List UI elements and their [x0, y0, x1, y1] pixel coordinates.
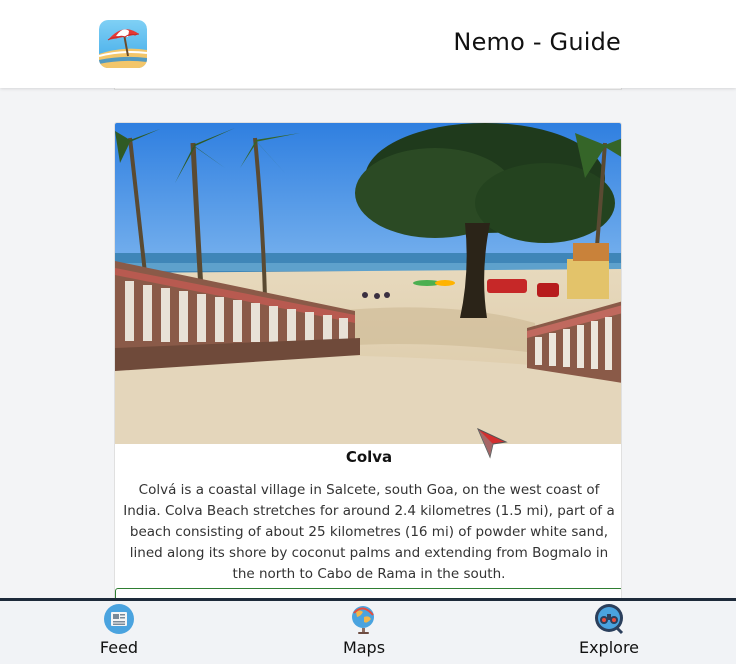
- place-title: Colva: [345, 448, 393, 466]
- app-title: Nemo - Guide: [453, 28, 621, 56]
- bottom-navigation: Feed Maps Explore: [0, 598, 736, 664]
- nav-item-feed[interactable]: Feed: [49, 601, 189, 664]
- binoculars-icon: [595, 604, 624, 635]
- nav-item-maps[interactable]: Maps: [294, 601, 434, 664]
- place-description: Colvá is a coastal village in Salcete, s…: [123, 482, 615, 582]
- place-card[interactable]: Colva Colvá is a coastal village in Salc…: [114, 122, 622, 602]
- nav-label-explore: Explore: [578, 638, 640, 657]
- nav-item-explore[interactable]: Explore: [539, 601, 679, 664]
- globe-map-icon: [352, 606, 374, 634]
- nav-label-maps: Maps: [342, 638, 386, 657]
- cursor-arrow-icon: [477, 427, 508, 459]
- app-header: Nemo - Guide: [0, 0, 736, 88]
- nav-label-feed: Feed: [99, 638, 139, 657]
- newspaper-icon: [104, 604, 134, 634]
- beach-photo: [115, 123, 621, 444]
- beach-umbrella-icon[interactable]: [99, 20, 147, 68]
